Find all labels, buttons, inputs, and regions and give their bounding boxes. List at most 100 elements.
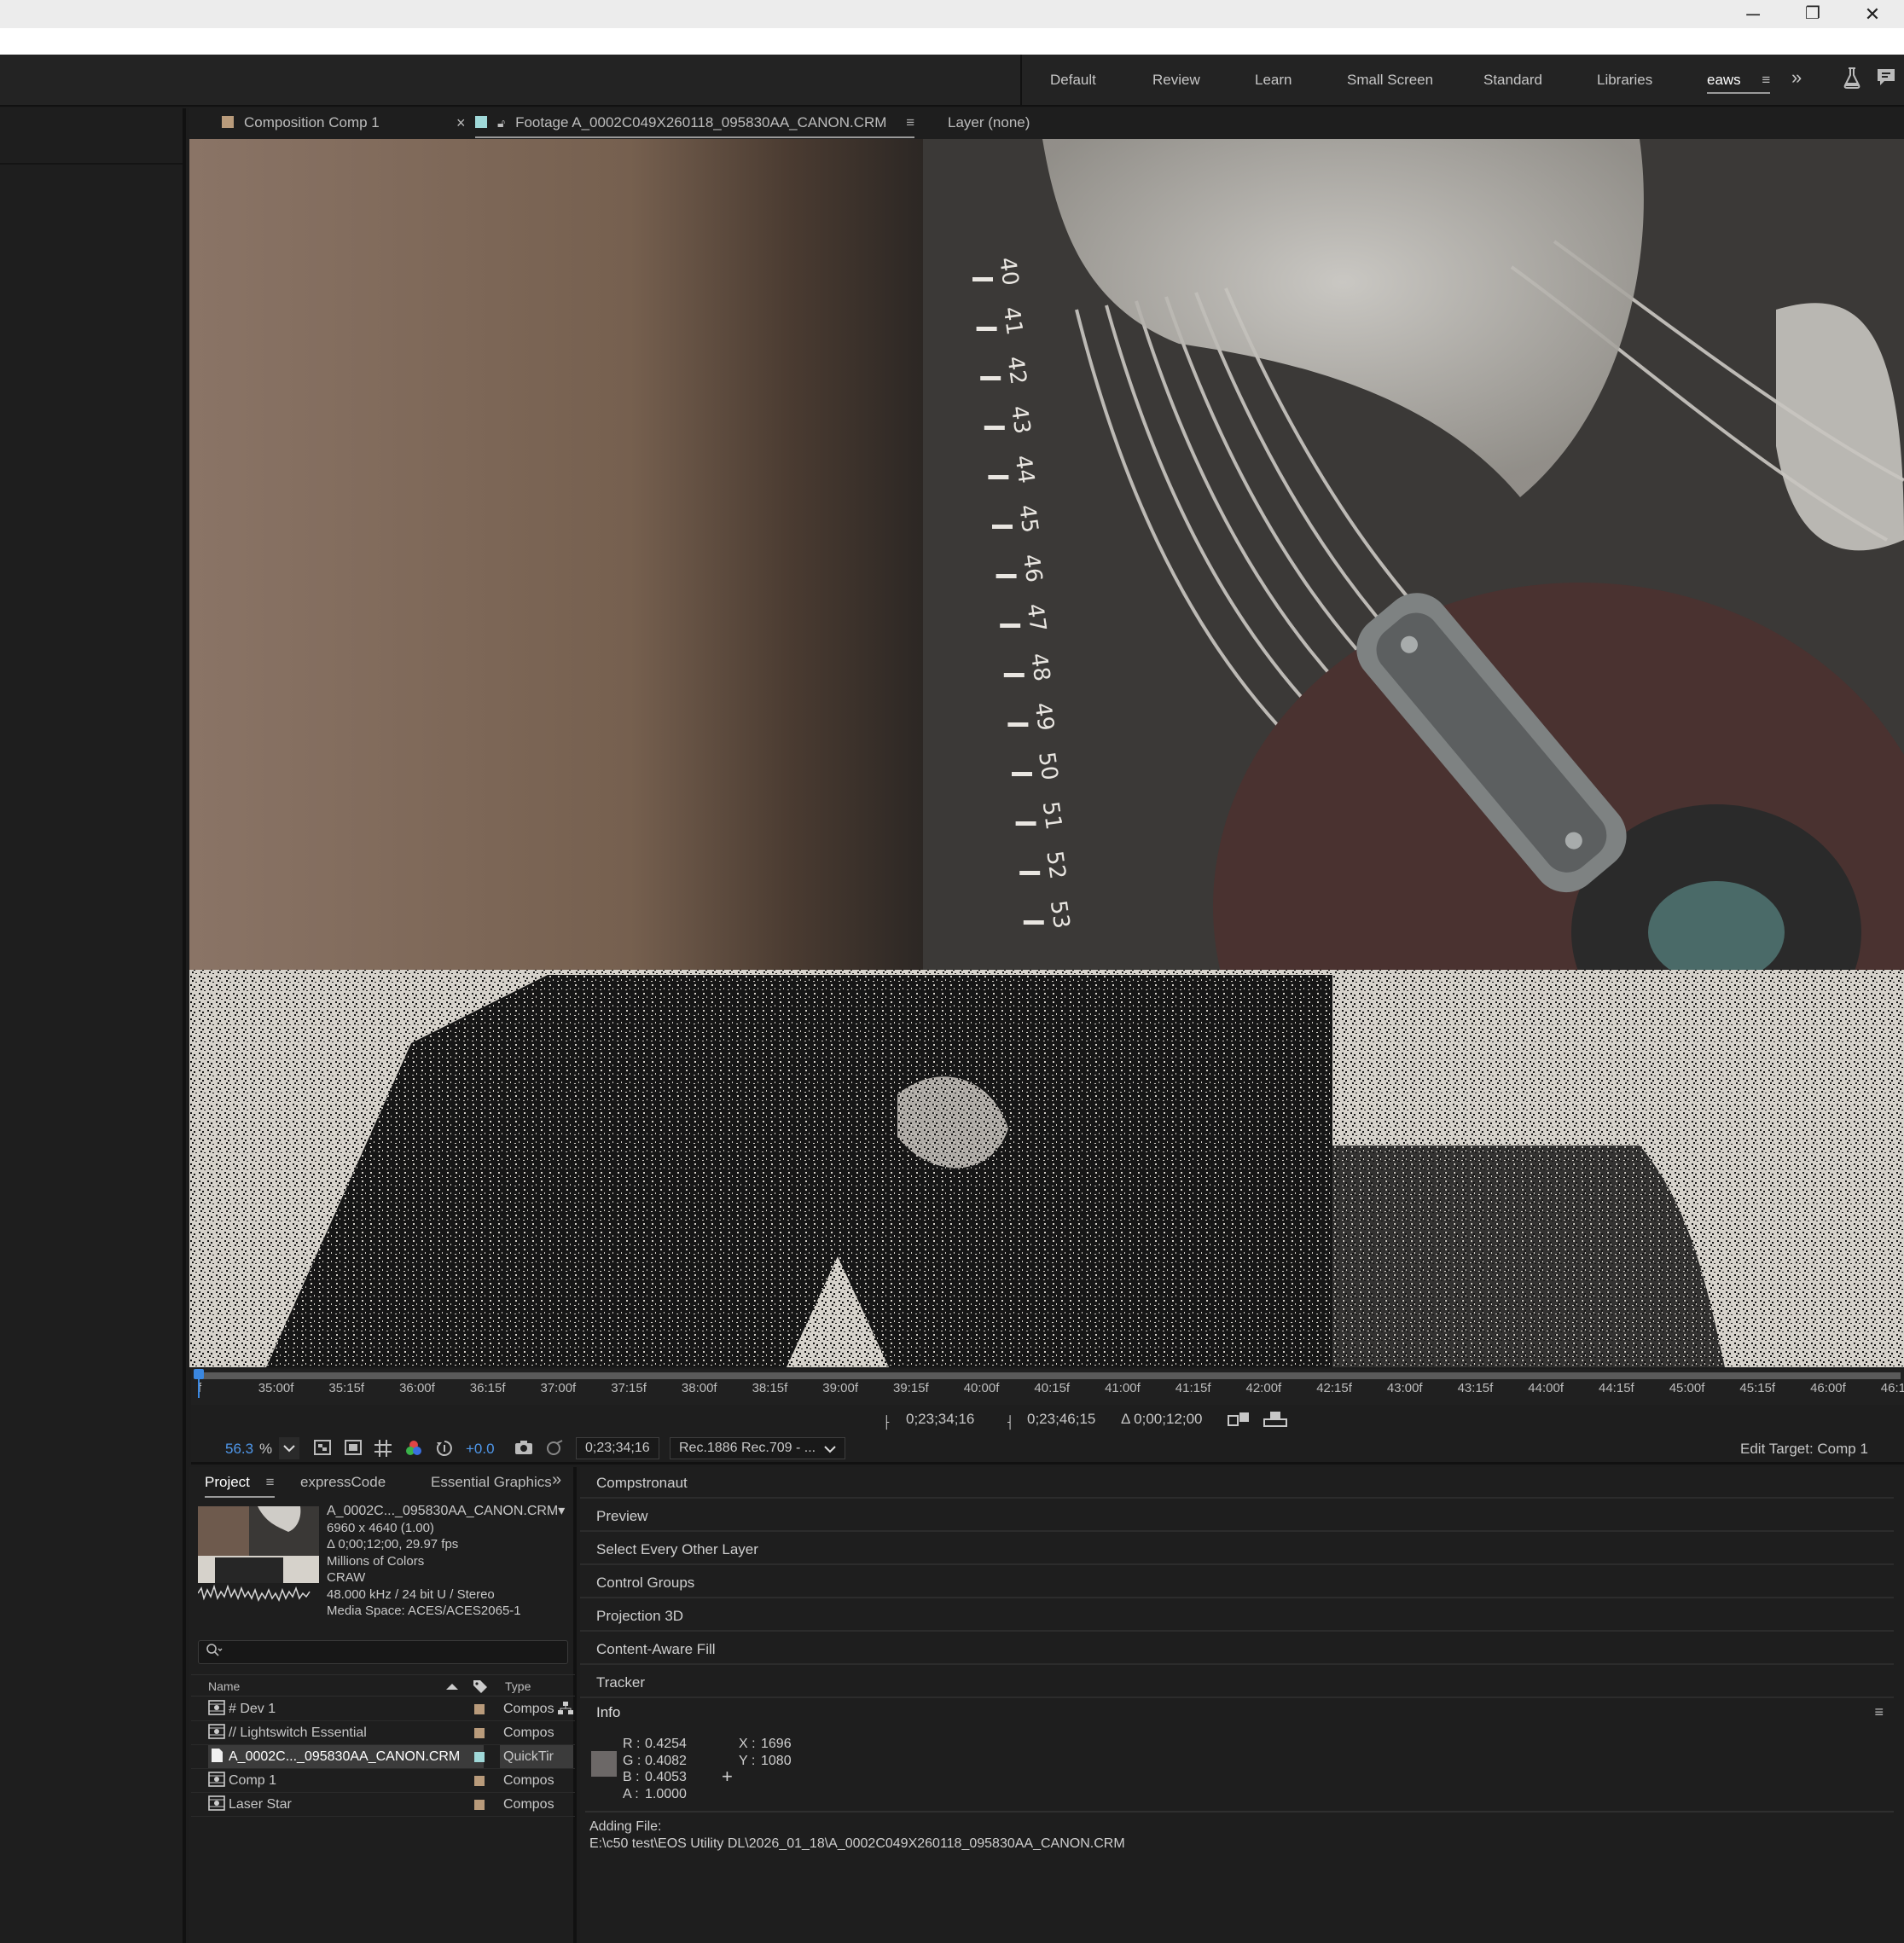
- script-content-aware-fill[interactable]: Content-Aware Fill: [580, 1633, 1894, 1665]
- project-item-row[interactable]: // Lightswitch Essential Compos: [191, 1721, 575, 1745]
- column-type[interactable]: Type: [505, 1679, 531, 1693]
- label-swatch[interactable]: [474, 1728, 485, 1738]
- channels-icon[interactable]: [404, 1440, 423, 1457]
- comp-label-swatch: [222, 116, 234, 128]
- minimize-button[interactable]: ─: [1723, 0, 1783, 28]
- ruler-tick-label: 39:00f: [822, 1381, 859, 1395]
- project-item-name[interactable]: Comp 1: [208, 1769, 484, 1792]
- lens-scale-mark: [1019, 871, 1041, 875]
- project-item-row[interactable]: Comp 1 Compos: [191, 1769, 575, 1793]
- out-point-icon[interactable]: ⸡: [1005, 1411, 1013, 1430]
- composition-viewer[interactable]: 40 41 42 43 44 45 46 47 48 49 50 51 52 53: [189, 139, 1904, 1367]
- script-tracker[interactable]: Tracker: [580, 1667, 1894, 1698]
- project-item-name[interactable]: A_0002C..._095830AA_CANON.CRM: [208, 1745, 484, 1768]
- label-swatch[interactable]: [474, 1704, 485, 1714]
- sort-ascending-icon[interactable]: [445, 1679, 459, 1693]
- zoom-dropdown-chevron-icon[interactable]: [279, 1437, 299, 1459]
- flowchart-icon[interactable]: [558, 1702, 573, 1720]
- tab-essential-graphics[interactable]: Essential Graphics: [431, 1474, 552, 1491]
- b-value: 0.4053: [645, 1770, 687, 1784]
- tab-expresscode[interactable]: expressCode: [300, 1474, 386, 1491]
- footage-info: A_0002C..._095830AA_CANON.CRM▾ 6960 x 46…: [327, 1503, 574, 1620]
- lens-scale-number: 52: [1041, 850, 1070, 881]
- work-area-bar[interactable]: [194, 1372, 1901, 1379]
- extract-work-area-icon[interactable]: [1263, 1411, 1288, 1432]
- project-item-name[interactable]: # Dev 1: [208, 1697, 484, 1720]
- transparency-grid-icon[interactable]: [313, 1440, 332, 1457]
- tab-composition-label: Composition Comp 1: [244, 114, 380, 130]
- workspace-overflow-icon[interactable]: »: [1791, 67, 1802, 89]
- in-point-icon[interactable]: ⸠: [884, 1411, 891, 1430]
- project-item-row-selected[interactable]: A_0002C..._095830AA_CANON.CRM QuickTir: [191, 1745, 575, 1769]
- project-search-input[interactable]: [198, 1640, 568, 1664]
- project-item-row[interactable]: # Dev 1 Compos: [191, 1697, 575, 1721]
- script-projection-3d[interactable]: Projection 3D: [580, 1600, 1894, 1632]
- label-swatch[interactable]: [474, 1800, 485, 1810]
- lens-scale-mark: [996, 574, 1017, 578]
- workspace-review[interactable]: Review: [1152, 72, 1200, 89]
- rgba-readout: R :0.4254 G :0.4082 B :0.4053 A :1.0000: [623, 1737, 687, 1801]
- playhead[interactable]: [194, 1369, 204, 1405]
- project-menu-icon[interactable]: ≡: [266, 1474, 275, 1490]
- workspace-eaws[interactable]: eaws ≡: [1707, 72, 1771, 94]
- project-item-name[interactable]: // Lightswitch Essential: [208, 1721, 484, 1744]
- column-name[interactable]: Name: [208, 1679, 240, 1693]
- script-control-groups[interactable]: Control Groups: [580, 1567, 1894, 1598]
- playhead-knob[interactable]: [194, 1369, 204, 1379]
- window-title-bar: ─ ❐ ✕: [0, 0, 1904, 28]
- lens-scale-number: 50: [1033, 751, 1062, 782]
- snapshot-camera-icon[interactable]: [514, 1440, 533, 1457]
- project-item-name[interactable]: Laser Star: [208, 1793, 484, 1816]
- exposure-value[interactable]: +0.0: [466, 1441, 495, 1458]
- workspace-menu-icon[interactable]: ≡: [1762, 72, 1770, 88]
- current-time-field[interactable]: 0;23;34;16: [576, 1437, 659, 1459]
- footage-name[interactable]: A_0002C..._095830AA_CANON.CRM▾: [327, 1503, 574, 1520]
- timeline-ruler[interactable]: f 35:00f 35:15f 36:00f 36:15f 37:00f 37:15f 38:…: [191, 1369, 1904, 1405]
- zoom-value[interactable]: 56.3: [225, 1441, 253, 1458]
- label-swatch[interactable]: [474, 1776, 485, 1786]
- label-swatch[interactable]: [474, 1752, 485, 1762]
- beaker-icon[interactable]: [1843, 67, 1861, 93]
- show-snapshot-icon[interactable]: [545, 1440, 564, 1457]
- workspace-learn[interactable]: Learn: [1255, 72, 1292, 89]
- ruler-tick-label: 45:15f: [1739, 1381, 1776, 1395]
- trim-comp-icon[interactable]: [1227, 1411, 1252, 1432]
- lock-icon[interactable]: 🔓︎: [497, 116, 505, 130]
- tab-footage[interactable]: 🔓︎ Footage A_0002C049X260118_095830AA_CAN…: [475, 114, 915, 138]
- feedback-icon[interactable]: [1876, 67, 1896, 91]
- tab-menu-icon[interactable]: ≡: [906, 114, 914, 130]
- footage-frame: 40 41 42 43 44 45 46 47 48 49 50 51 52 53: [189, 139, 1904, 1367]
- script-select-every-other-layer[interactable]: Select Every Other Layer: [580, 1534, 1894, 1565]
- workspace-default[interactable]: Default: [1050, 72, 1096, 89]
- ruler-tick-label: 41:15f: [1175, 1381, 1211, 1395]
- reset-exposure-icon[interactable]: [435, 1440, 454, 1457]
- guides-grid-icon[interactable]: [374, 1440, 392, 1457]
- ruler-tick-label: 41:00f: [1105, 1381, 1141, 1395]
- tab-layer[interactable]: Layer (none): [948, 114, 1030, 131]
- project-column-header: Name Type: [191, 1674, 575, 1696]
- project-item-row[interactable]: Laser Star Compos: [191, 1793, 575, 1817]
- close-window-button[interactable]: ✕: [1843, 0, 1902, 28]
- workspace-libraries[interactable]: Libraries: [1597, 72, 1652, 89]
- panel-overflow-icon[interactable]: »: [552, 1470, 561, 1490]
- ruler-tick-label: 35:15f: [328, 1381, 365, 1395]
- label-tag-icon[interactable]: [473, 1679, 488, 1696]
- tab-project[interactable]: Project ≡: [205, 1474, 275, 1498]
- in-point-time[interactable]: 0;23;34;16: [906, 1411, 974, 1428]
- workspace-small-screen[interactable]: Small Screen: [1347, 72, 1433, 89]
- lens-scale-mark: [976, 327, 997, 331]
- tab-close-icon[interactable]: ×: [456, 114, 466, 132]
- info-menu-icon[interactable]: ≡: [1874, 1703, 1884, 1721]
- script-preview[interactable]: Preview: [580, 1500, 1894, 1532]
- tab-composition[interactable]: Composition Comp 1: [222, 114, 380, 131]
- ruler-tick-label: 36:00f: [399, 1381, 435, 1395]
- project-item-label: Laser Star: [229, 1797, 292, 1812]
- region-of-interest-icon[interactable]: [344, 1440, 363, 1457]
- workspace-standard[interactable]: Standard: [1483, 72, 1542, 89]
- maximize-button[interactable]: ❐: [1783, 0, 1843, 28]
- script-compstronaut[interactable]: Compstronaut: [580, 1467, 1894, 1499]
- project-item-label: # Dev 1: [229, 1702, 276, 1716]
- ruler-tick-label: 42:00f: [1245, 1381, 1282, 1395]
- out-point-time[interactable]: 0;23;46;15: [1027, 1411, 1095, 1428]
- view-transform-dropdown[interactable]: Rec.1886 Rec.709 - ...: [670, 1437, 845, 1459]
